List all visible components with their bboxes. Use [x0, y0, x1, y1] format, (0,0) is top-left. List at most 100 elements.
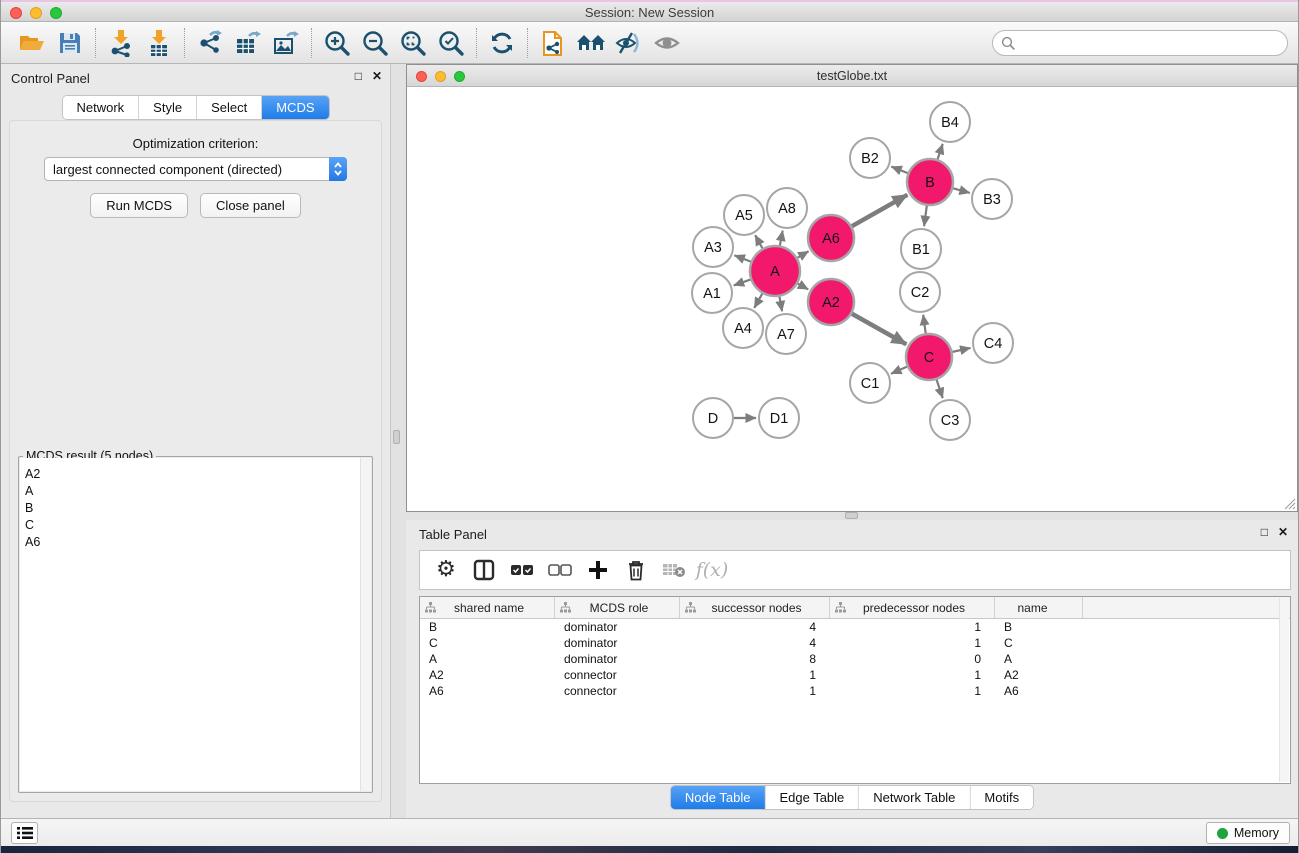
export-image-button[interactable]: [267, 26, 305, 60]
table-cell[interactable]: A2: [420, 668, 555, 682]
hide-selected-button[interactable]: [610, 26, 648, 60]
unselect-all-columns-button[interactable]: [544, 554, 576, 586]
table-cell[interactable]: A: [995, 652, 1083, 666]
tab-node-table[interactable]: Node Table: [671, 786, 766, 809]
mcds-result-item[interactable]: A: [20, 483, 371, 500]
edge-B-B4[interactable]: [938, 144, 943, 159]
mcds-result-item[interactable]: C: [20, 517, 371, 534]
edge-B-B3[interactable]: [953, 188, 970, 193]
network-window-titlebar[interactable]: testGlobe.txt: [407, 65, 1297, 87]
delete-table-button[interactable]: [658, 554, 690, 586]
edge-A-A7[interactable]: [779, 297, 782, 312]
export-table-button[interactable]: [229, 26, 267, 60]
edge-A-A5[interactable]: [755, 235, 762, 248]
zoom-fit-button[interactable]: [394, 26, 432, 60]
edge-A-A4[interactable]: [754, 294, 762, 308]
result-list-scrollbar[interactable]: [360, 458, 371, 791]
node-A6[interactable]: A6: [808, 215, 854, 261]
node-A2[interactable]: A2: [808, 279, 854, 325]
tab-motifs[interactable]: Motifs: [970, 786, 1033, 809]
table-cell[interactable]: 1: [830, 620, 995, 634]
node-B4[interactable]: B4: [930, 102, 970, 142]
network-graph[interactable]: B4B2BB3A5A8A6A3AB1A1C2A2A4A7CC4C1C3DD1: [407, 87, 1297, 511]
task-history-button[interactable]: [11, 822, 38, 844]
run-mcds-button[interactable]: Run MCDS: [90, 193, 188, 218]
mcds-result-item[interactable]: A2: [20, 466, 371, 483]
table-cell[interactable]: 4: [680, 636, 830, 650]
table-row[interactable]: A2connector11A2: [420, 667, 1290, 683]
edge-C-C3[interactable]: [937, 380, 943, 398]
edge-A-A2[interactable]: [798, 284, 809, 290]
edge-C-C4[interactable]: [952, 348, 970, 352]
table-cell[interactable]: A6: [995, 684, 1083, 698]
edge-A-A1[interactable]: [734, 280, 751, 286]
node-C[interactable]: C: [906, 334, 952, 380]
export-network-button[interactable]: [191, 26, 229, 60]
first-neighbors-button[interactable]: [572, 26, 610, 60]
column-header-name[interactable]: name: [995, 597, 1083, 618]
close-table-panel-icon[interactable]: ✕: [1278, 525, 1288, 539]
zoom-in-button[interactable]: [318, 26, 356, 60]
table-cell[interactable]: 1: [680, 668, 830, 682]
memory-button[interactable]: Memory: [1206, 822, 1290, 844]
table-cell[interactable]: 8: [680, 652, 830, 666]
mcds-result-list[interactable]: A2ABCA6: [20, 458, 371, 791]
table-scrollbar[interactable]: [1279, 598, 1289, 782]
show-all-button[interactable]: [648, 26, 686, 60]
float-panel-icon[interactable]: □: [355, 69, 362, 83]
table-cell[interactable]: A: [420, 652, 555, 666]
node-B3[interactable]: B3: [972, 179, 1012, 219]
node-C4[interactable]: C4: [973, 323, 1013, 363]
edge-A-A6[interactable]: [797, 251, 808, 258]
edge-A6-B[interactable]: [852, 195, 907, 226]
table-cell[interactable]: connector: [555, 684, 680, 698]
node-A7[interactable]: A7: [766, 314, 806, 354]
column-header-shared-name[interactable]: shared name: [420, 597, 555, 618]
table-cell[interactable]: C: [995, 636, 1083, 650]
edge-A-A8[interactable]: [780, 231, 783, 246]
select-all-columns-button[interactable]: [506, 554, 538, 586]
float-table-panel-icon[interactable]: □: [1261, 525, 1268, 539]
window-resize-grip[interactable]: [1282, 496, 1296, 510]
horizontal-splitter-grip[interactable]: [845, 512, 858, 519]
node-A4[interactable]: A4: [723, 308, 763, 348]
import-table-button[interactable]: [140, 26, 178, 60]
table-row[interactable]: Cdominator41C: [420, 635, 1290, 651]
vertical-splitter-grip[interactable]: [393, 430, 400, 444]
search-input[interactable]: [1016, 33, 1287, 53]
table-cell[interactable]: dominator: [555, 652, 680, 666]
node-B1[interactable]: B1: [901, 229, 941, 269]
function-builder-button[interactable]: f(x): [696, 554, 728, 586]
create-column-button[interactable]: [582, 554, 614, 586]
node-A5[interactable]: A5: [724, 195, 764, 235]
edge-B-B2[interactable]: [891, 167, 907, 174]
table-cell[interactable]: 1: [680, 684, 830, 698]
node-A[interactable]: A: [750, 246, 800, 296]
table-cell[interactable]: connector: [555, 668, 680, 682]
tab-edge-table[interactable]: Edge Table: [765, 786, 859, 809]
node-B[interactable]: B: [907, 159, 953, 205]
node-C1[interactable]: C1: [850, 363, 890, 403]
node-D1[interactable]: D1: [759, 398, 799, 438]
tab-network-table[interactable]: Network Table: [859, 786, 970, 809]
mcds-result-item[interactable]: B: [20, 500, 371, 517]
new-network-from-selection-button[interactable]: [534, 26, 572, 60]
table-cell[interactable]: 0: [830, 652, 995, 666]
close-panel-button[interactable]: Close panel: [200, 193, 301, 218]
save-session-button[interactable]: [51, 26, 89, 60]
column-header-predecessor-nodes[interactable]: predecessor nodes: [830, 597, 995, 618]
node-A8[interactable]: A8: [767, 188, 807, 228]
tab-select[interactable]: Select: [197, 96, 262, 119]
table-cell[interactable]: 1: [830, 636, 995, 650]
mcds-result-item[interactable]: A6: [20, 534, 371, 551]
table-row[interactable]: Adominator80A: [420, 651, 1290, 667]
table-cell[interactable]: dominator: [555, 620, 680, 634]
import-network-button[interactable]: [102, 26, 140, 60]
criterion-select[interactable]: largest connected component (directed): [44, 157, 347, 181]
table-cell[interactable]: dominator: [555, 636, 680, 650]
zoom-selected-button[interactable]: [432, 26, 470, 60]
node-C3[interactable]: C3: [930, 400, 970, 440]
column-header-MCDS-role[interactable]: MCDS role: [555, 597, 680, 618]
edge-B-B1[interactable]: [924, 206, 927, 226]
table-settings-button[interactable]: ⚙: [430, 554, 462, 586]
